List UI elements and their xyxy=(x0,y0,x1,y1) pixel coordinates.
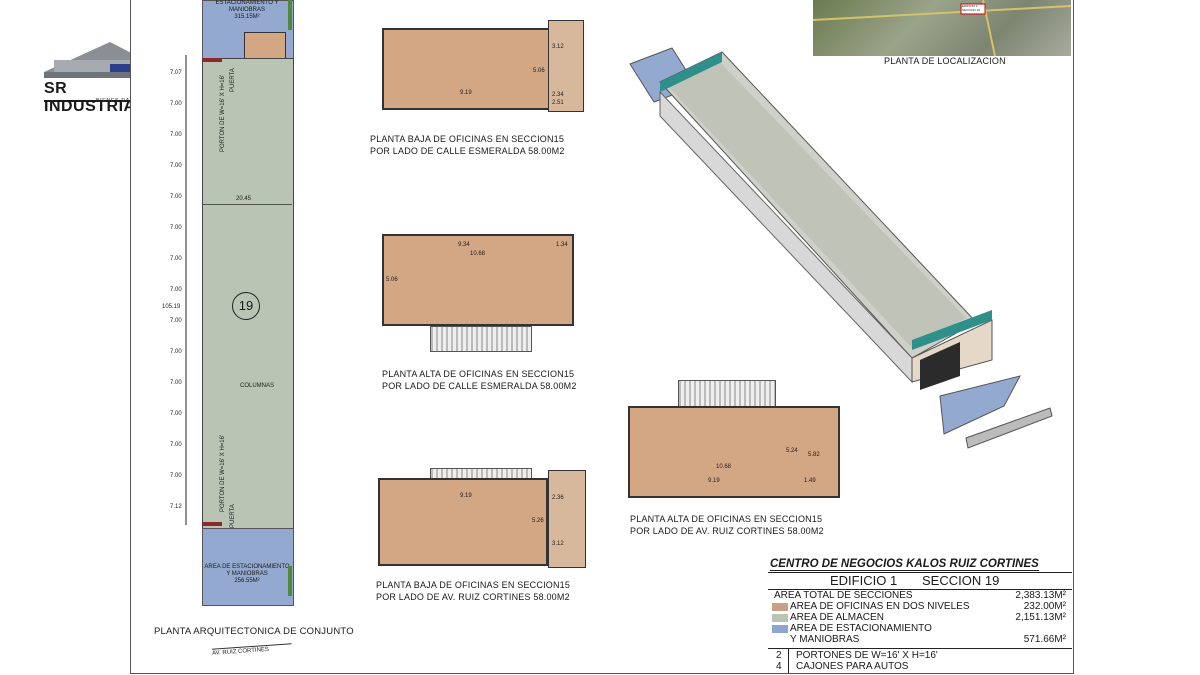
door-marker-bottom xyxy=(202,522,222,526)
counts-table: 2 PORTONES DE W=16' X H=16' 4 CAJONES PA… xyxy=(768,648,1072,673)
plan-2-title-line-1: PLANTA ALTA DE OFICINAS EN SECCION15 xyxy=(382,369,575,379)
bay-dimension: 7.00 xyxy=(170,132,182,138)
legend-swatch-warehouse xyxy=(772,614,788,622)
door-marker-top xyxy=(202,58,222,62)
location-title: PLANTA DE LOCALIZACION xyxy=(884,56,1006,66)
section-number: 19 xyxy=(232,292,260,320)
plan-4-dim-5: 1.49 xyxy=(804,478,816,484)
puerta-bottom-label: PUERTA xyxy=(230,504,236,528)
bay-dimension: 7.00 xyxy=(170,318,182,324)
bay-dimension: 7.12 xyxy=(170,504,182,510)
legend: AREA TOTAL DE SECCIONES 2,383.13M² AREA … xyxy=(768,590,1072,646)
door-top-label: PORTON DE W=16' X H=16' xyxy=(220,74,226,152)
plan-2-dim-2: 1.34 xyxy=(556,242,568,248)
parking-top-label: ESTACIONAMIENTO Y MANIOBRAS 315.15M² xyxy=(202,0,292,21)
bay-dimension: 7.00 xyxy=(170,194,182,200)
plan-3-dim-4: 3.12 xyxy=(552,541,564,547)
office-plan-3-services xyxy=(548,470,586,568)
parking-bottom-value: 256.55M² xyxy=(234,578,260,584)
legend-swatch-offices xyxy=(772,603,788,611)
bay-dimension: 7.00 xyxy=(170,287,182,293)
width-dimension: 20.45 xyxy=(236,196,252,202)
plan-3-dim-1: 9.19 xyxy=(460,493,472,499)
section-name: SECCION 19 xyxy=(922,573,1000,588)
count-number: 2 xyxy=(776,650,782,661)
building-name: EDIFICIO 1 xyxy=(830,573,898,588)
bay-dimension: 7.00 xyxy=(170,101,182,107)
parking-bottom-text: AREA DE ESTACIONAMIENTO Y MANIOBRAS xyxy=(204,564,290,577)
office-plan-3 xyxy=(378,478,548,566)
legend-label-line-2: Y MANIOBRAS xyxy=(790,634,860,645)
plan-1-dim-2: 5.06 xyxy=(533,68,545,74)
office-plan-1 xyxy=(382,28,550,110)
plan-4-title-line-1: PLANTA ALTA DE OFICINAS EN SECCION15 xyxy=(630,514,823,524)
office-block-top xyxy=(244,32,286,60)
bay-dimension: 7.00 xyxy=(170,380,182,386)
count-text: PORTONES DE W=16' X H=16' xyxy=(796,650,938,661)
count-number: 4 xyxy=(776,661,782,672)
plan-4-dim-2: 9.19 xyxy=(708,478,720,484)
parking-bottom-label: AREA DE ESTACIONAMIENTO Y MANIOBRAS 256.… xyxy=(202,564,292,585)
bay-dimension: 7.00 xyxy=(170,349,182,355)
plan-2-title-line-2: POR LADO DE CALLE ESMERALDA 58.00M2 xyxy=(382,381,577,391)
midline xyxy=(202,204,292,205)
plan-1-dim-4: 2.34 xyxy=(552,92,564,98)
plan-2-dim-3: 10.68 xyxy=(470,251,486,257)
office-plan-2-stair xyxy=(430,326,532,352)
bay-dimension: 7.00 xyxy=(170,473,182,479)
center-name: CENTRO DE NEGOCIOS KALOS RUIZ CORTINES xyxy=(770,558,1039,571)
plan-2-dim-4: 5.06 xyxy=(386,277,398,283)
columns-label: COLUMNAS xyxy=(240,383,275,389)
parking-top-text: ESTACIONAMIENTO Y MANIOBRAS xyxy=(215,0,279,13)
bay-dimension: 7.00 xyxy=(170,256,182,262)
plan-1-dim-5: 2.51 xyxy=(552,100,564,106)
plan-1-title-line-1: PLANTA BAJA DE OFICINAS EN SECCION15 xyxy=(370,134,565,144)
bay-dimension: 7.00 xyxy=(170,225,182,231)
bay-dimension: 7.00 xyxy=(170,411,182,417)
parking-top-value: 315.15M² xyxy=(234,14,260,20)
plan-3-title-line-2: POR LADO DE AV. RUIZ CORTINES 58.00M2 xyxy=(376,592,570,602)
plan-1-dim-3: 3.12 xyxy=(552,44,564,50)
green-strip-top xyxy=(288,0,292,30)
legend-row-parking: AREA DE ESTACIONAMIENTO Y MANIOBRAS 571.… xyxy=(768,623,1068,647)
green-strip-bottom xyxy=(288,566,292,596)
length-dimension: 105.19 xyxy=(162,304,181,310)
plan-2-dim-1: 9.34 xyxy=(458,242,470,248)
puerta-top-label: PUERTA xyxy=(230,68,236,92)
bay-dimension: 7.00 xyxy=(170,442,182,448)
bay-dimension: 7.00 xyxy=(170,163,182,169)
plan-3-title-line-1: PLANTA BAJA DE OFICINAS EN SECCION15 xyxy=(376,580,571,590)
counts-divider xyxy=(788,649,789,673)
map-marker-text: EDIFICIO 1 SECCION 19 xyxy=(962,4,980,12)
map-roads xyxy=(812,0,1072,57)
plan-4-title-line-2: POR LADO DE AV. RUIZ CORTINES 58.00M2 xyxy=(630,526,824,536)
building-section-row: EDIFICIO 1 SECCION 19 xyxy=(768,572,1072,590)
isometric-view xyxy=(629,47,1053,449)
plan-1-title-line-2: POR LADO DE CALLE ESMERALDA 58.00M2 xyxy=(370,146,565,156)
plan-1-dim-1: 9.19 xyxy=(460,90,472,96)
office-plan-1-services xyxy=(548,20,584,112)
location-map: EDIFICIO 1 SECCION 19 xyxy=(812,0,1072,57)
plan-3-dim-3: 5.26 xyxy=(532,518,544,524)
site-plan-title: PLANTA ARQUITECTONICA DE CONJUNTO xyxy=(154,626,354,637)
bay-dimension: 7.07 xyxy=(170,70,182,76)
office-plan-2 xyxy=(382,234,574,326)
info-block: CENTRO DE NEGOCIOS KALOS RUIZ CORTINES E… xyxy=(768,556,1072,674)
count-text: CAJONES PARA AUTOS xyxy=(796,661,909,672)
plan-3-dim-2: 2.36 xyxy=(552,495,564,501)
legend-value: 571.66M² xyxy=(1023,634,1066,645)
legend-swatch-parking xyxy=(772,625,788,633)
site-plan: 105.19 7.07 7.00 7.00 7.00 7.00 7.00 7.00 7.00 7… xyxy=(162,0,318,660)
door-bottom-label: PORTON DE W=16' X H=16' xyxy=(220,434,226,512)
